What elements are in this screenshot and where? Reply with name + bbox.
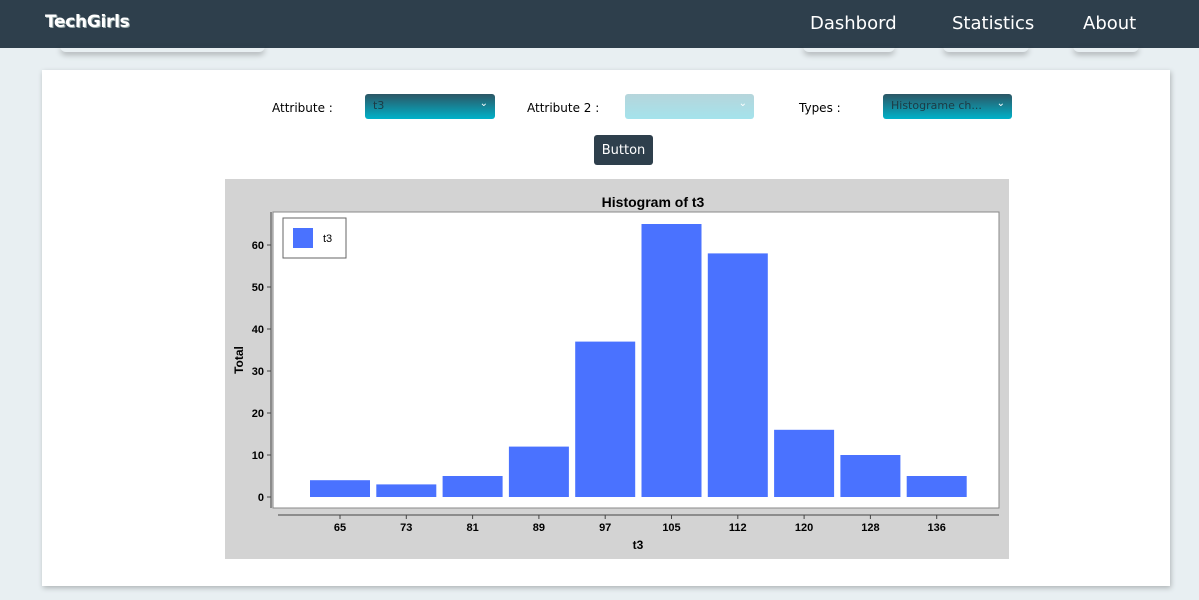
types-select[interactable]: Histograme ch... ⌄ (883, 94, 1012, 119)
attribute-select-value: t3 (373, 99, 385, 112)
attribute-select[interactable]: t3 ⌄ (365, 94, 495, 119)
nav-shadow-statistics (943, 46, 1029, 52)
types-select-value: Histograme ch... (891, 99, 982, 112)
y-tick-label: 50 (252, 282, 264, 294)
y-tick-label: 30 (252, 366, 264, 378)
x-tick-label: 120 (795, 522, 813, 534)
histogram-bar (707, 253, 768, 497)
histogram-bar (840, 455, 901, 497)
nav-dashboard[interactable]: Dashbord (810, 13, 897, 34)
brand-logo[interactable]: TechGirls (45, 12, 130, 32)
y-axis-label: Total (232, 346, 246, 374)
legend-box (282, 217, 347, 259)
x-tick-label: 105 (662, 522, 680, 534)
legend-swatch (293, 228, 313, 248)
histogram-bar (310, 480, 370, 497)
attribute-label: Attribute : (272, 101, 333, 115)
x-tick-label: 97 (599, 522, 611, 534)
y-tick-label: 10 (252, 450, 264, 462)
x-tick-label: 136 (928, 522, 946, 534)
x-tick-label: 112 (729, 522, 747, 534)
y-ticks-group: 0 10 20 30 40 50 60 (252, 240, 271, 504)
chart-title: Histogram of t3 (602, 194, 705, 210)
x-tick-label: 65 (334, 522, 346, 534)
histogram-bar (641, 224, 702, 497)
y-tick-label: 60 (252, 240, 264, 252)
nav-shadow-about (1073, 46, 1139, 52)
histogram-bar (575, 341, 636, 497)
x-tick-label: 128 (861, 522, 879, 534)
chevron-down-icon: ⌄ (996, 98, 1005, 109)
attribute2-label: Attribute 2 : (527, 101, 600, 115)
y-tick-label: 20 (252, 408, 264, 420)
x-ticks-group: 65 73 81 89 97 105 112 120 128 136 (334, 515, 946, 534)
chevron-down-icon: ⌄ (479, 98, 488, 109)
histogram-chart: Histogram of t3 Total t3 0 10 20 30 40 50 60 6… (225, 179, 1009, 559)
x-tick-label: 81 (466, 522, 478, 534)
histogram-bar (774, 429, 835, 497)
histogram-bar (906, 476, 967, 497)
x-axis-label: t3 (633, 538, 644, 552)
x-tick-label: 73 (400, 522, 412, 534)
brand-shadow (60, 46, 265, 52)
histogram-bar (508, 446, 569, 497)
x-tick-label: 89 (533, 522, 545, 534)
submit-button[interactable]: Button (594, 135, 653, 165)
histogram-bar (442, 476, 503, 497)
top-navbar: TechGirls Dashbord Statistics About (0, 0, 1199, 48)
types-label: Types : (799, 101, 841, 115)
legend-label: t3 (323, 233, 332, 245)
chevron-down-icon: ⌄ (738, 98, 747, 109)
attribute2-select[interactable]: ⌄ (625, 94, 754, 119)
y-tick-label: 0 (258, 492, 264, 504)
nav-about[interactable]: About (1083, 13, 1136, 34)
histogram-bar (376, 484, 437, 497)
nav-statistics[interactable]: Statistics (952, 13, 1034, 34)
nav-shadow-dashboard (803, 46, 895, 52)
chart-svg: Histogram of t3 Total t3 0 10 20 30 40 50 60 6… (232, 194, 1000, 552)
y-tick-label: 40 (252, 324, 264, 336)
